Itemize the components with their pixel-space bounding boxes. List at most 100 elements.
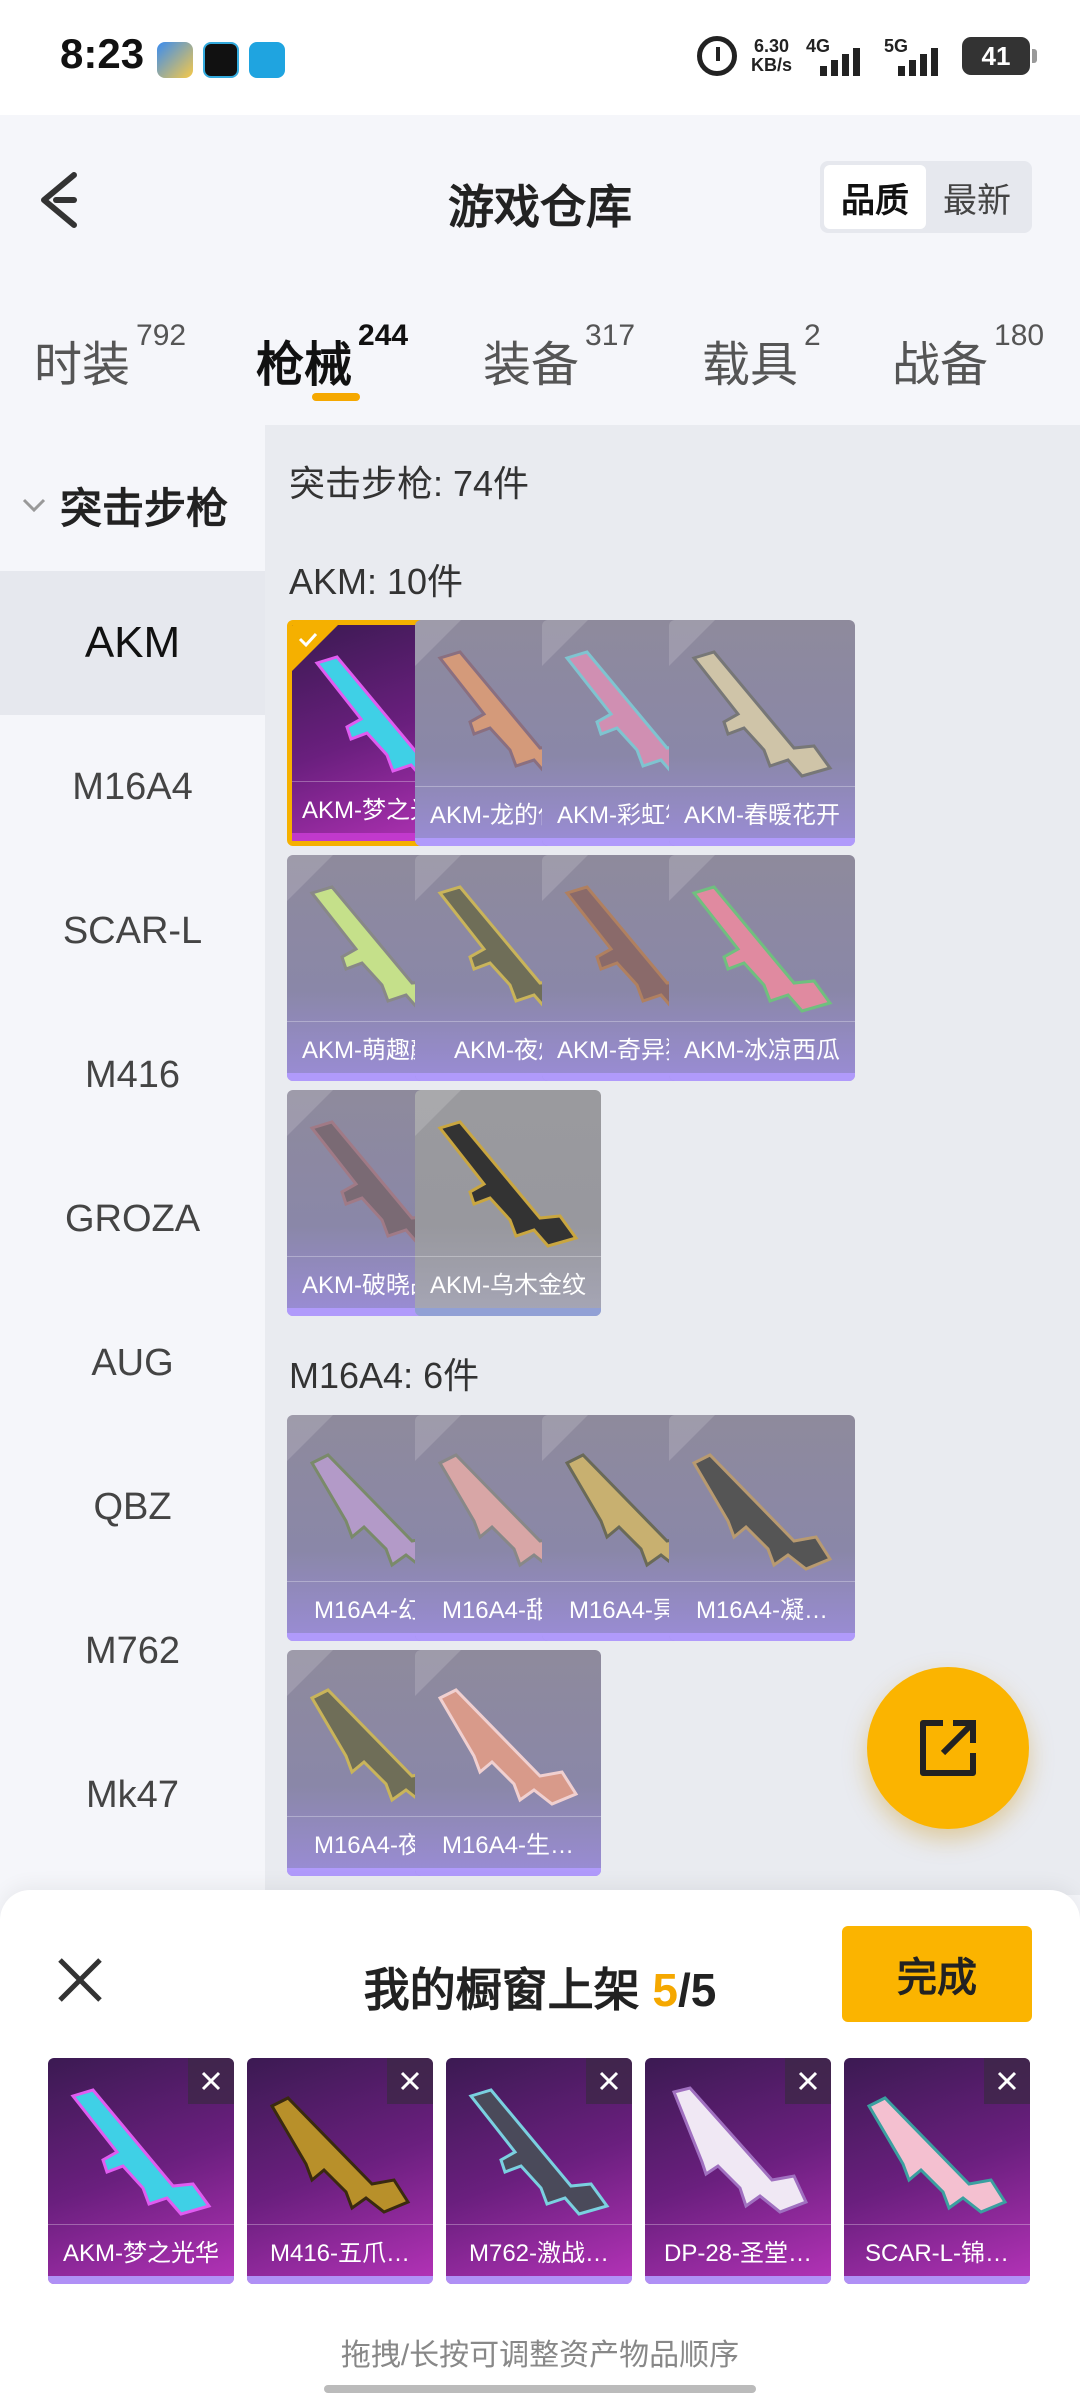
tab-fashion[interactable]: 时装792 <box>34 319 186 395</box>
tab-label: 战备 <box>892 339 989 392</box>
shelf-item[interactable]: M416-五爪… <box>247 2058 433 2284</box>
sort-quality[interactable]: 品质 <box>824 165 926 229</box>
signal-5g-icon: 5G <box>884 36 948 76</box>
item-name: AKM-乌木金纹 <box>415 1256 601 1308</box>
speed-value: 6.30 <box>753 36 790 56</box>
signal-4g-icon: 4G <box>806 36 870 76</box>
tab-label: 时装 <box>34 339 131 392</box>
shelf-item[interactable]: DP-28-圣堂… <box>645 2058 831 2284</box>
tab-count: 317 <box>585 319 636 352</box>
network-speed: 6.30 KB/s <box>751 37 792 75</box>
sidebar-item-qbz[interactable]: QBZ <box>0 1435 265 1579</box>
item-card[interactable]: M16A4-生… <box>415 1650 601 1876</box>
tab-count: 2 <box>804 319 821 352</box>
shelf-item-name: M762-激战… <box>446 2224 632 2276</box>
remove-button[interactable] <box>785 2058 831 2104</box>
tab-label: 枪械 <box>256 339 353 392</box>
category-label: 突击步枪 <box>60 485 229 532</box>
rarity-bar <box>446 2276 632 2284</box>
remove-button[interactable] <box>188 2058 234 2104</box>
tab-label: 装备 <box>483 339 580 392</box>
tab-vehicles[interactable]: 载具2 <box>702 319 821 395</box>
app-notification-icon <box>203 42 239 78</box>
app-notification-icon <box>157 42 193 78</box>
close-icon <box>400 2071 420 2091</box>
sort-latest[interactable]: 最新 <box>926 165 1028 229</box>
app-notification-icon <box>249 42 285 78</box>
shelf-item[interactable]: AKM-梦之光华 <box>48 2058 234 2284</box>
item-card[interactable]: AKM-乌木金纹 <box>415 1090 601 1316</box>
item-name: AKM-春暖花开 <box>669 786 855 838</box>
rarity-bar <box>247 2276 433 2284</box>
sidebar-item-m16a4[interactable]: M16A4 <box>0 715 265 859</box>
sidebar-item-m416[interactable]: M416 <box>0 1003 265 1147</box>
share-external-icon <box>920 1720 976 1776</box>
sidebar-item-groza[interactable]: GROZA <box>0 1147 265 1291</box>
tab-supplies[interactable]: 战备180 <box>892 319 1044 395</box>
notification-icons <box>157 42 285 78</box>
shelf-item-name: M416-五爪… <box>247 2224 433 2276</box>
close-icon <box>599 2071 619 2091</box>
sidebar-item-scar-l[interactable]: SCAR-L <box>0 859 265 1003</box>
active-tab-indicator <box>312 393 360 401</box>
rifle-icon <box>691 1453 833 1571</box>
shelf-item-name: DP-28-圣堂… <box>645 2224 831 2276</box>
share-button[interactable] <box>867 1667 1029 1829</box>
shelf-item[interactable]: M762-激战… <box>446 2058 632 2284</box>
close-icon <box>201 2071 221 2091</box>
weapon-sidebar: 突击步枪 AKM M16A4 SCAR-L M416 GROZA AUG QBZ… <box>0 425 265 1895</box>
close-icon <box>798 2071 818 2091</box>
close-icon <box>997 2071 1017 2091</box>
tab-equipment[interactable]: 装备317 <box>483 319 635 395</box>
shelf-item[interactable]: SCAR-L-锦… <box>844 2058 1030 2284</box>
shelf-item-name: AKM-梦之光华 <box>48 2224 234 2276</box>
remove-button[interactable] <box>586 2058 632 2104</box>
tab-count: 180 <box>994 319 1045 352</box>
status-time: 8:23 <box>60 30 145 77</box>
item-card[interactable]: AKM-春暖花开 <box>669 620 855 846</box>
tab-label: 载具 <box>702 339 799 392</box>
sidebar-item-akm[interactable]: AKM <box>0 571 265 715</box>
battery-icon: 41 <box>962 37 1037 75</box>
sidebar-item-mk47[interactable]: Mk47 <box>0 1723 265 1867</box>
rarity-bar <box>669 1633 855 1641</box>
rarity-bar <box>669 1073 855 1081</box>
speed-unit: KB/s <box>750 55 792 75</box>
remove-button[interactable] <box>984 2058 1030 2104</box>
tab-guns[interactable]: 枪械244 <box>256 319 408 395</box>
rifle-icon <box>691 650 833 778</box>
remove-button[interactable] <box>387 2058 433 2104</box>
tab-count: 244 <box>358 319 409 352</box>
category-header[interactable]: 突击步枪 <box>20 475 228 536</box>
rarity-bar <box>48 2276 234 2284</box>
showcase-sheet: 我的橱窗上架 5/5 完成 AKM-梦之光华 M416-五爪… M762-激战…… <box>0 1890 1080 2400</box>
rifle-icon <box>437 1688 579 1806</box>
status-bar: 8:23 6.30 KB/s 4G 5G 41 <box>0 0 1080 115</box>
item-name: AKM-冰凉西瓜 <box>669 1021 855 1073</box>
alarm-icon <box>696 36 737 76</box>
rarity-bar <box>415 1308 601 1316</box>
reorder-hint: 拖拽/长按可调整资产物品顺序 <box>340 2339 740 2372</box>
status-right: 6.30 KB/s 4G 5G 41 <box>696 36 1037 76</box>
sidebar-item-m762[interactable]: M762 <box>0 1579 265 1723</box>
item-card[interactable]: M16A4-凝… <box>669 1415 855 1641</box>
sort-toggle: 品质 最新 <box>820 161 1032 233</box>
shelf-item-name: SCAR-L-锦… <box>844 2224 1030 2276</box>
done-button[interactable]: 完成 <box>842 1926 1032 2022</box>
item-card[interactable]: AKM-冰凉西瓜 <box>669 855 855 1081</box>
sidebar-item-aug[interactable]: AUG <box>0 1291 265 1435</box>
app-header: 游戏仓库 品质 最新 <box>0 115 1080 285</box>
group-title-akm: AKM: 10件 <box>289 561 464 602</box>
item-name: M16A4-凝… <box>669 1581 855 1633</box>
rarity-bar <box>669 838 855 846</box>
rarity-bar <box>645 2276 831 2284</box>
rifle-icon <box>691 885 833 1013</box>
rifle-icon <box>437 1120 579 1248</box>
chevron-down-icon <box>22 498 46 512</box>
home-indicator[interactable] <box>324 2385 756 2393</box>
rarity-bar <box>844 2276 1030 2284</box>
group-title-m16a4: M16A4: 6件 <box>289 1355 480 1396</box>
tab-count: 792 <box>136 319 187 352</box>
category-summary: 突击步枪: 74件 <box>289 463 530 504</box>
category-tabs: 时装792 枪械244 装备317 载具2 战备180 <box>0 285 1080 425</box>
